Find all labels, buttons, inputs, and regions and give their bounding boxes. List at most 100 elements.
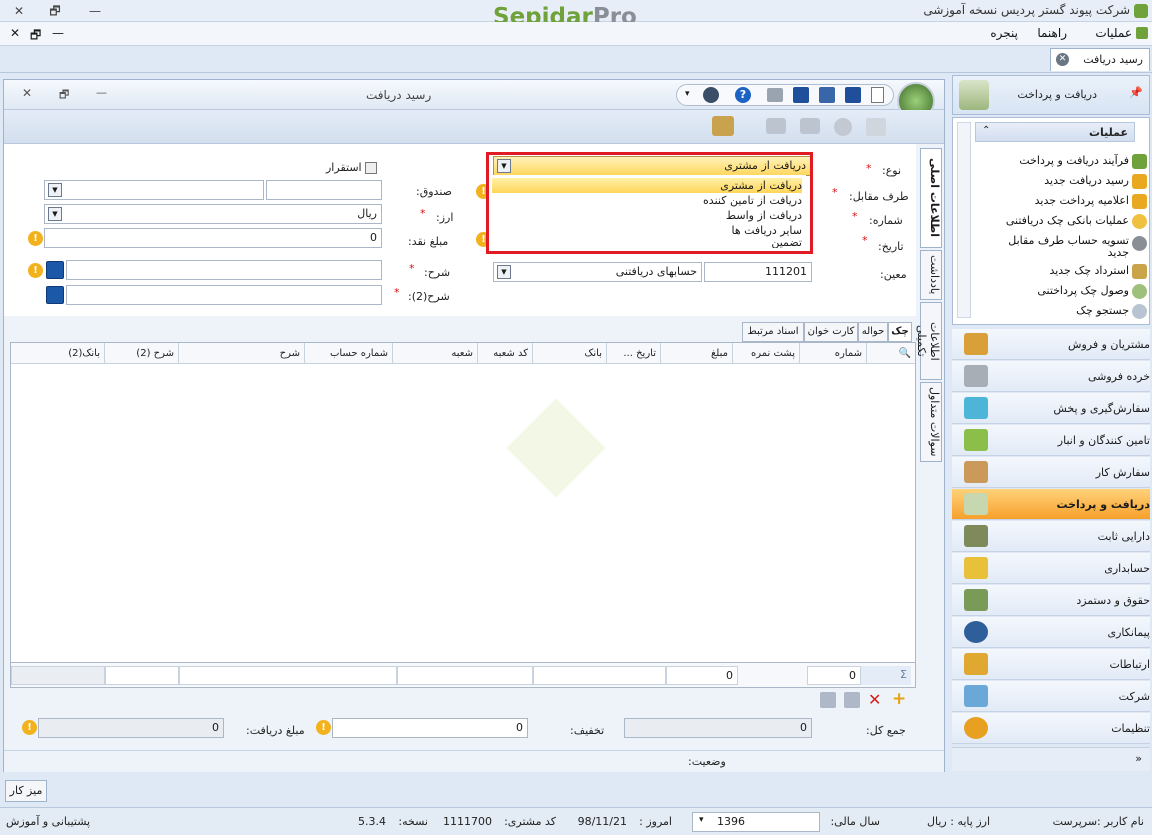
expand-panel-icon[interactable]: » bbox=[1135, 752, 1142, 765]
grid-prev-icon[interactable] bbox=[820, 692, 836, 708]
close-icon[interactable]: ✕ bbox=[4, 2, 34, 20]
gtab-card-reader[interactable]: کارت خوان bbox=[804, 322, 858, 342]
module-suppliers[interactable]: تامین کنندگان و انبار bbox=[952, 425, 1150, 456]
module-work-order[interactable]: سفارش کار bbox=[952, 457, 1150, 488]
module-retail[interactable]: خرده فروشی bbox=[952, 361, 1150, 392]
module-customers[interactable]: مشتریان و فروش bbox=[952, 329, 1150, 360]
ledger-name-select[interactable]: حسابهای دریافتنی ▼ bbox=[493, 262, 702, 282]
fiscal-year-value: 1396 bbox=[717, 815, 745, 828]
ops-scrollbar[interactable] bbox=[957, 122, 971, 318]
currency-select[interactable]: ریال ▼ bbox=[44, 204, 382, 224]
ship-icon[interactable] bbox=[712, 116, 734, 136]
op-new-receipt[interactable]: رسید دریافت جدید bbox=[1044, 174, 1129, 187]
cashbox-select[interactable]: ▼ bbox=[44, 180, 264, 200]
status-version-label: نسخه: bbox=[398, 815, 428, 828]
col-number[interactable]: شماره bbox=[800, 343, 867, 364]
gtab-transfer[interactable]: حواله bbox=[858, 322, 888, 342]
toolbar-dropdown-icon[interactable]: ▾ bbox=[685, 89, 690, 99]
save-as-icon[interactable] bbox=[819, 87, 835, 103]
fiscal-year-dropdown-icon[interactable]: ▾ bbox=[699, 815, 704, 825]
save-icon[interactable] bbox=[793, 87, 809, 103]
op-settlement-new[interactable]: جدید bbox=[1108, 246, 1129, 259]
module-company[interactable]: شرکت bbox=[952, 681, 1150, 712]
module-fixed-assets[interactable]: دارایی ثابت bbox=[952, 521, 1150, 552]
module-payroll[interactable]: حقوق و دستمزد bbox=[952, 585, 1150, 616]
doc-tab-receipt[interactable]: رسید دریافت ✕ bbox=[1050, 48, 1150, 71]
vtab-main-info[interactable]: اطلاعات اصلی bbox=[920, 148, 942, 248]
desc-field[interactable] bbox=[66, 260, 382, 280]
menu-operations[interactable]: عملیات bbox=[1095, 26, 1132, 40]
desc2-field[interactable] bbox=[66, 285, 382, 305]
col-amount[interactable]: مبلغ bbox=[661, 343, 733, 364]
op-search-cheque[interactable]: جستجو چک bbox=[1076, 304, 1129, 317]
module-ordering[interactable]: سفارش‌گیری و پخش bbox=[952, 393, 1150, 424]
mdi-minimize-icon[interactable]: — bbox=[52, 26, 64, 40]
help-icon[interactable]: ? bbox=[735, 87, 751, 103]
menu-window[interactable]: پنجره bbox=[990, 26, 1018, 40]
col-branch[interactable]: شعبه bbox=[393, 343, 478, 364]
desc-save-icon[interactable] bbox=[46, 261, 64, 279]
menu-bar: ✕ 🗗 — عملیات راهنما پنجره bbox=[0, 22, 1152, 46]
menu-help[interactable]: راهنما bbox=[1037, 26, 1067, 40]
vtab-notes[interactable]: یادداشت bbox=[920, 250, 942, 300]
delete-row-icon[interactable]: ✕ bbox=[868, 690, 881, 709]
mdi-restore-icon[interactable]: 🗗 bbox=[30, 26, 41, 47]
child-restore-icon[interactable]: 🗗 bbox=[59, 86, 69, 105]
module-communications[interactable]: ارتباطات bbox=[952, 649, 1150, 680]
close-tab-icon[interactable]: ✕ bbox=[1056, 53, 1069, 66]
collapse-icon[interactable]: ⌃ bbox=[982, 125, 990, 136]
op-payment-notice[interactable]: اعلامیه پرداخت جدید bbox=[1035, 194, 1129, 207]
settle-checkbox[interactable] bbox=[365, 162, 377, 174]
new-document-icon[interactable] bbox=[871, 87, 884, 103]
delete-icon[interactable] bbox=[834, 118, 852, 136]
next-icon[interactable] bbox=[800, 118, 820, 134]
vtab-extra-info[interactable]: اطلاعات تکمیلی bbox=[915, 302, 942, 380]
cash-amount-field[interactable]: 0 bbox=[44, 228, 382, 248]
ledger-dropdown-icon[interactable]: ▼ bbox=[497, 265, 511, 279]
module-settings[interactable]: تنظیمات bbox=[952, 713, 1150, 744]
op-collect-cheque[interactable]: وصول چک پرداختنی bbox=[1037, 284, 1129, 297]
op-process[interactable]: فرآیند دریافت و پرداخت bbox=[1019, 154, 1129, 167]
desk-button[interactable]: میز کار bbox=[5, 780, 47, 802]
col-bank[interactable]: بانک bbox=[533, 343, 607, 364]
support-link[interactable]: پشتیبانی و آموزش bbox=[6, 815, 90, 828]
child-close-icon[interactable]: ✕ bbox=[22, 86, 32, 100]
tools-icon[interactable] bbox=[703, 87, 719, 103]
col-account-number[interactable]: شماره حساب bbox=[305, 343, 393, 364]
desc2-save-icon[interactable] bbox=[46, 286, 64, 304]
col-desc[interactable]: شرح bbox=[179, 343, 305, 364]
add-row-icon[interactable]: + bbox=[892, 689, 906, 709]
discount-field[interactable]: 0 bbox=[332, 718, 528, 738]
ledger-code-field[interactable]: 111201 bbox=[704, 262, 812, 282]
module-receipt-payment[interactable]: دریافت و پرداخت bbox=[952, 489, 1150, 520]
save-close-icon[interactable] bbox=[845, 87, 861, 103]
previous-icon[interactable] bbox=[766, 118, 786, 134]
restore-icon[interactable]: 🗗 bbox=[40, 2, 70, 20]
col-bank2[interactable]: بانک(2) bbox=[11, 343, 105, 364]
cashbox-code-field[interactable] bbox=[266, 180, 382, 200]
desc-label: شرح: bbox=[424, 266, 451, 279]
copy-icon[interactable] bbox=[866, 118, 886, 136]
op-bank-ops[interactable]: عملیات بانکی چک دریافتنی bbox=[1006, 214, 1129, 227]
minimize-icon[interactable]: — bbox=[80, 2, 110, 20]
mdi-close-icon[interactable]: ✕ bbox=[10, 26, 20, 40]
gtab-related-docs[interactable]: اسناد مرتبط bbox=[742, 322, 804, 342]
ops-header[interactable]: عملیات ⌃ bbox=[975, 122, 1135, 142]
module-accounting[interactable]: حسابداری bbox=[952, 553, 1150, 584]
currency-dropdown-icon[interactable]: ▼ bbox=[48, 207, 62, 221]
col-date[interactable]: تاریخ ... bbox=[607, 343, 661, 364]
op-refund-cheque[interactable]: استرداد چک جدید bbox=[1049, 264, 1129, 277]
grid-search-icon[interactable]: 🔍 bbox=[867, 343, 915, 364]
col-desc2[interactable]: شرح (2) bbox=[105, 343, 179, 364]
col-back-number[interactable]: پشت نمره bbox=[733, 343, 800, 364]
module-contracting[interactable]: پیمانکاری bbox=[952, 617, 1150, 648]
grid-next-icon[interactable] bbox=[844, 692, 860, 708]
fiscal-year-select[interactable]: ▾ 1396 bbox=[692, 812, 820, 832]
child-minimize-icon[interactable]: — bbox=[96, 86, 107, 99]
cashbox-dropdown-icon[interactable]: ▼ bbox=[48, 183, 62, 197]
print-icon[interactable] bbox=[767, 88, 783, 102]
vtab-faq[interactable]: سوالات متداول bbox=[920, 382, 942, 462]
pin-icon[interactable]: 📌 bbox=[1129, 86, 1143, 99]
col-branch-code[interactable]: کد شعبه bbox=[478, 343, 533, 364]
gtab-cheque[interactable]: چک bbox=[888, 322, 912, 342]
